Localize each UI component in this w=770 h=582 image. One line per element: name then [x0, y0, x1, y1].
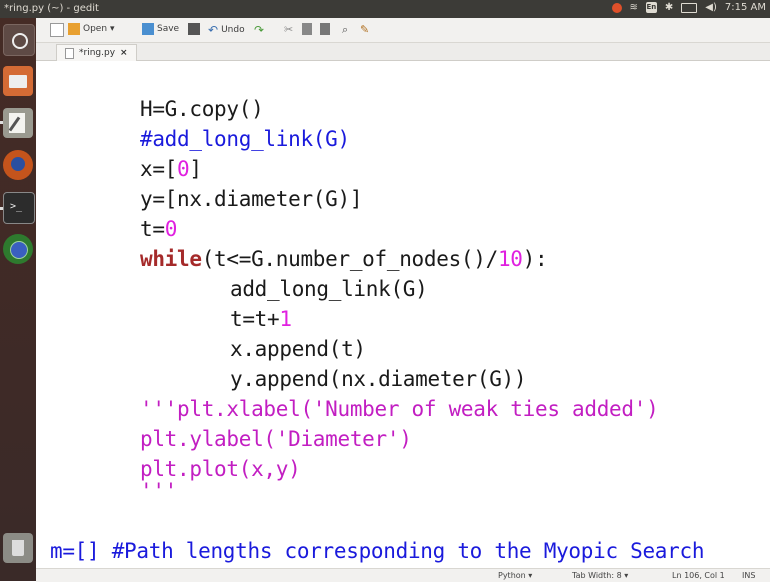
dash-home-icon[interactable] [3, 24, 35, 56]
record-indicator-icon[interactable] [611, 2, 622, 13]
find-replace-button[interactable]: ✎ [360, 23, 369, 36]
close-icon[interactable]: × [120, 46, 128, 61]
gedit-toolbar: Open ▾ Save ↶ Undo ↷ ✂ ⌕ ✎ [36, 18, 770, 43]
code-line-cursor: m=[] #Path lengths corresponding to the … [50, 539, 705, 563]
code-line: x.append(t) [230, 337, 366, 361]
code-line: t=t+1 [230, 307, 292, 331]
code-line: y=[nx.diameter(G)] [140, 187, 363, 211]
battery-icon[interactable] [681, 2, 698, 13]
replace-icon: ✎ [360, 23, 370, 36]
tab-width-selector[interactable]: Tab Width: 8 ▾ [572, 571, 628, 580]
copy-button[interactable] [302, 23, 312, 35]
save-button[interactable]: Save [142, 23, 179, 35]
language-selector[interactable]: Python ▾ [498, 571, 532, 580]
code-line: plt.plot(x,y) [140, 457, 301, 481]
keyboard-layout-indicator[interactable]: En [645, 2, 657, 13]
folder-icon [68, 23, 80, 35]
window-title: *ring.py (~) - gedit [4, 3, 99, 14]
code-line: plt.ylabel('Diameter') [140, 427, 412, 451]
undo-button[interactable]: ↶ Undo [208, 23, 245, 37]
open-button[interactable]: Open ▾ [68, 23, 115, 35]
document-tab-bar: *ring.py × [36, 43, 770, 61]
volume-icon[interactable]: ◀) [705, 2, 717, 13]
print-button[interactable] [188, 23, 200, 35]
code-editor[interactable]: ''' H=G.copy() #add_long_link(G) x=[0] y… [36, 61, 770, 568]
code-line: while(t<=G.number_of_nodes()/10): [140, 247, 548, 271]
status-bar: Python ▾ Tab Width: 8 ▾ Ln 106, Col 1 IN… [36, 568, 770, 582]
print-icon [188, 23, 200, 35]
code-line: add_long_link(G) [230, 277, 428, 301]
trash-icon[interactable] [3, 533, 33, 563]
code-line: t=0 [140, 217, 178, 241]
tab-ring-py[interactable]: *ring.py × [56, 44, 137, 61]
panel-indicators: ≋ En ✱ ◀) 7:15 AM [611, 2, 766, 13]
unity-launcher: >_ [0, 18, 36, 581]
save-icon [142, 23, 154, 35]
search-icon: ⌕ [342, 23, 349, 36]
insert-mode: INS [742, 571, 756, 580]
code-line: y.append(nx.diameter(G)) [230, 367, 527, 391]
top-panel: *ring.py (~) - gedit ≋ En ✱ ◀) 7:15 AM [0, 0, 770, 18]
files-icon[interactable] [3, 66, 33, 96]
running-indicator [0, 207, 3, 210]
paste-icon [320, 23, 330, 35]
paste-button[interactable] [320, 23, 330, 35]
cursor-position: Ln 106, Col 1 [672, 571, 725, 580]
new-document-icon [50, 23, 64, 37]
chevron-down-icon[interactable]: ▾ [110, 24, 115, 34]
open-label: Open [83, 24, 108, 34]
globe-app-icon[interactable] [3, 234, 33, 264]
file-icon [65, 47, 74, 59]
undo-label: Undo [221, 25, 245, 35]
code-line: #add_long_link(G) [140, 127, 350, 151]
text-editor-icon[interactable] [3, 108, 33, 138]
undo-icon: ↶ [208, 23, 219, 37]
clock[interactable]: 7:15 AM [725, 2, 766, 13]
redo-button[interactable]: ↷ [254, 23, 264, 37]
tab-label: *ring.py [79, 47, 116, 58]
running-indicator [0, 121, 3, 124]
cut-button[interactable]: ✂ [284, 23, 293, 36]
new-button[interactable] [50, 23, 64, 37]
firefox-icon[interactable] [3, 150, 33, 180]
cut-icon: ✂ [284, 23, 294, 36]
bluetooth-icon[interactable]: ✱ [665, 2, 673, 13]
code-line: ''' [140, 61, 178, 75]
redo-icon: ↷ [254, 23, 265, 37]
save-label: Save [157, 24, 180, 34]
wifi-icon[interactable]: ≋ [630, 2, 638, 13]
code-line: x=[0] [140, 157, 202, 181]
code-line: ''' [140, 479, 178, 503]
terminal-icon[interactable]: >_ [3, 192, 35, 224]
code-line: '''plt.xlabel('Number of weak ties added… [140, 397, 659, 421]
copy-icon [302, 23, 312, 35]
code-line: H=G.copy() [140, 97, 264, 121]
find-button[interactable]: ⌕ [342, 23, 348, 37]
